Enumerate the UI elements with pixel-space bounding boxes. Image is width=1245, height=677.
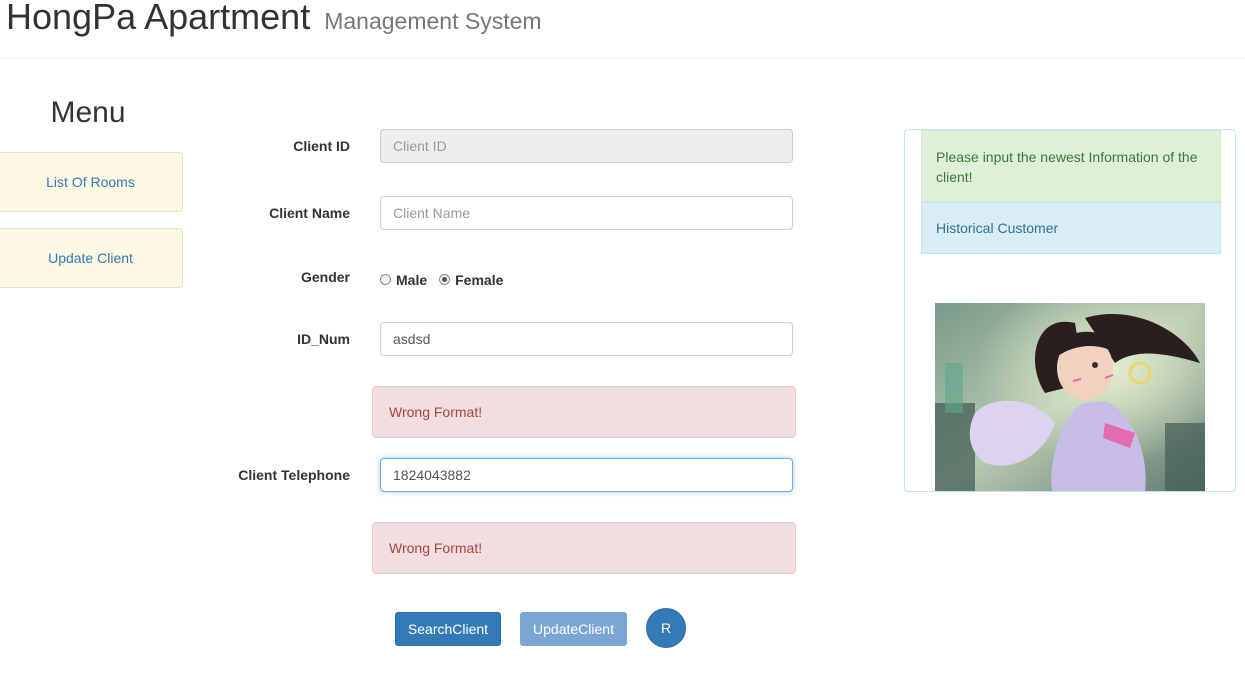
info-panel: Please input the newest Information of t… xyxy=(904,129,1236,492)
telephone-error-alert: Wrong Format! xyxy=(372,522,796,574)
menu-item-list-of-rooms[interactable]: List Of Rooms xyxy=(0,152,183,212)
update-notice: Please input the newest Information of t… xyxy=(921,130,1221,202)
male-radio-label: Male xyxy=(396,272,428,288)
app-title-main: HongPa Apartment xyxy=(6,0,311,37)
id-num-label: ID_Num xyxy=(297,331,350,347)
male-radio[interactable] xyxy=(380,273,391,285)
menu-item-update-client[interactable]: Update Client xyxy=(0,228,183,288)
female-radio[interactable] xyxy=(439,273,451,285)
gender-option-male[interactable]: Male xyxy=(380,272,427,288)
gender-label: Gender xyxy=(300,269,350,285)
illustration-svg xyxy=(935,303,1205,491)
page-header: HongPa Apartment Management System xyxy=(0,0,1245,59)
client-id-input[interactable] xyxy=(380,129,793,163)
client-telephone-label: Client Telephone xyxy=(238,467,350,483)
id-num-error-alert: Wrong Format! xyxy=(372,386,796,438)
client-name-label: Client Name xyxy=(269,205,350,221)
update-client-button[interactable]: UpdateClient xyxy=(520,612,627,646)
reset-button[interactable]: R xyxy=(646,608,686,648)
historical-customer-link[interactable]: Historical Customer xyxy=(921,202,1221,254)
app-subtitle: Management System xyxy=(324,8,542,34)
app-title: HongPa Apartment Management System xyxy=(6,0,542,38)
search-client-button[interactable]: SearchClient xyxy=(395,612,501,646)
gender-radio-group: Male Female xyxy=(380,272,515,288)
anime-character-illustration xyxy=(935,303,1205,491)
menu-heading: Menu xyxy=(50,96,126,129)
client-telephone-input[interactable] xyxy=(380,458,793,492)
client-name-input[interactable] xyxy=(380,196,793,230)
id-num-input[interactable] xyxy=(380,322,793,356)
gender-option-female[interactable]: Female xyxy=(439,272,503,288)
client-id-label: Client ID xyxy=(293,138,350,154)
female-radio-label: Female xyxy=(455,272,504,288)
